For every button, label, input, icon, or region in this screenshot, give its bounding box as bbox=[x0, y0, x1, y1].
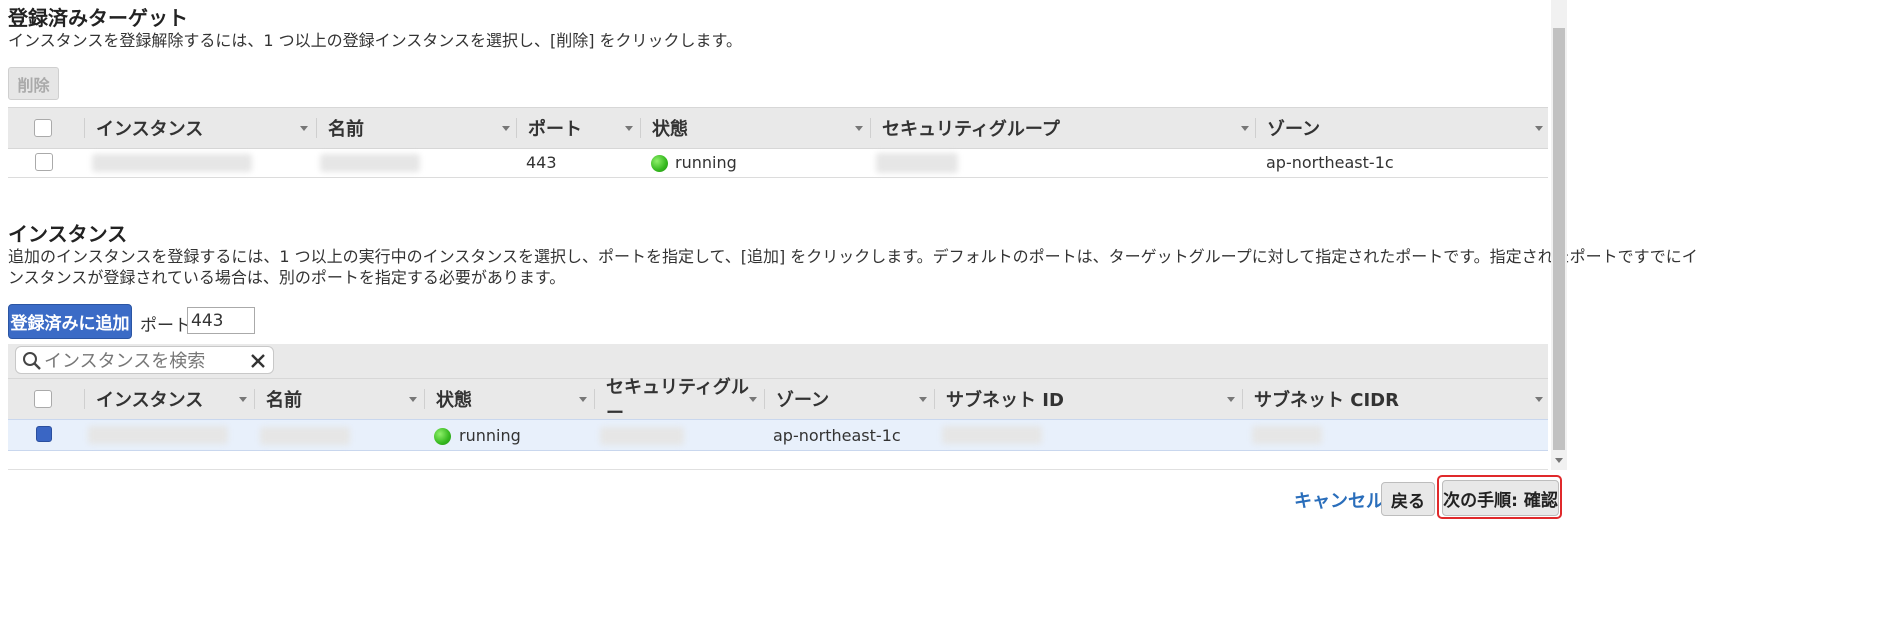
instances-select-all-checkbox[interactable] bbox=[34, 390, 52, 408]
instances-col-zone[interactable]: ゾーン bbox=[764, 379, 934, 419]
instances-col-name[interactable]: 名前 bbox=[254, 379, 424, 419]
redacted-security-group bbox=[876, 153, 958, 173]
back-button[interactable]: 戻る bbox=[1381, 482, 1435, 516]
instances-col-subnet-cidr[interactable]: サブネット CIDR bbox=[1242, 379, 1548, 419]
clear-search-icon[interactable] bbox=[250, 353, 266, 369]
redacted-subnet-id bbox=[942, 426, 1042, 444]
instances-col-instance[interactable]: インスタンス bbox=[84, 379, 254, 419]
sort-caret-icon bbox=[579, 397, 587, 402]
scroll-down-arrow-icon[interactable] bbox=[1555, 458, 1563, 463]
instances-col-security-group[interactable]: セキュリティグルー bbox=[594, 377, 764, 424]
registered-col-name[interactable]: 名前 bbox=[316, 108, 516, 148]
sort-caret-icon bbox=[855, 126, 863, 131]
remove-button[interactable]: 削除 bbox=[8, 67, 59, 100]
next-review-button[interactable]: 次の手順: 確認 bbox=[1442, 480, 1559, 516]
sort-caret-icon bbox=[239, 397, 247, 402]
sort-caret-icon bbox=[1227, 397, 1235, 402]
search-input[interactable] bbox=[42, 349, 246, 373]
running-status-icon bbox=[434, 428, 451, 445]
row-status: running bbox=[459, 426, 521, 445]
search-icon bbox=[23, 352, 41, 370]
sort-caret-icon bbox=[1241, 126, 1249, 131]
registered-col-port[interactable]: ポート bbox=[516, 108, 640, 148]
redacted-security-group bbox=[600, 427, 684, 445]
row-zone: ap-northeast-1c bbox=[1266, 153, 1394, 172]
sort-caret-icon bbox=[749, 397, 757, 402]
registered-table-header: インスタンス 名前 ポート 状態 セキュリティグループ ゾーン bbox=[8, 107, 1548, 149]
sort-caret-icon bbox=[502, 126, 510, 131]
scrollbar-thumb[interactable] bbox=[1553, 28, 1565, 450]
running-status-icon bbox=[651, 155, 668, 172]
registered-targets-description: インスタンスを登録解除するには、1 つ以上の登録インスタンスを選択し、[削除] … bbox=[8, 31, 742, 50]
registered-col-instance[interactable]: インスタンス bbox=[84, 108, 316, 148]
registered-col-status[interactable]: 状態 bbox=[640, 108, 870, 148]
table-row[interactable]: running ap-northeast-1c bbox=[8, 419, 1548, 451]
row-checkbox[interactable] bbox=[35, 153, 53, 171]
divider bbox=[8, 469, 1548, 470]
sort-caret-icon bbox=[300, 126, 308, 131]
sort-caret-icon bbox=[1535, 397, 1543, 402]
sort-caret-icon bbox=[409, 397, 417, 402]
sort-caret-icon bbox=[1535, 126, 1543, 131]
search-box[interactable] bbox=[15, 346, 274, 374]
row-zone: ap-northeast-1c bbox=[773, 426, 901, 445]
registered-select-all-checkbox[interactable] bbox=[34, 119, 52, 137]
registered-col-zone[interactable]: ゾーン bbox=[1255, 108, 1548, 148]
add-to-registered-button[interactable]: 登録済みに追加 bbox=[8, 304, 132, 339]
redacted-instance-id bbox=[88, 426, 228, 444]
instances-table-header: インスタンス 名前 状態 セキュリティグルー ゾーン サブネット ID サブネッ… bbox=[8, 377, 1548, 424]
port-input[interactable] bbox=[187, 307, 255, 334]
redacted-name bbox=[320, 154, 420, 172]
redacted-instance-id bbox=[92, 154, 252, 172]
port-label: ポート bbox=[140, 316, 191, 336]
cancel-link[interactable]: キャンセル bbox=[1294, 487, 1384, 513]
row-port: 443 bbox=[526, 153, 557, 172]
instances-description-line2: ンスタンスが登録されている場合は、別のポートを指定する必要があります。 bbox=[8, 268, 566, 287]
table-row[interactable]: 443 running ap-northeast-1c bbox=[8, 148, 1548, 178]
instances-col-status[interactable]: 状態 bbox=[424, 379, 594, 419]
row-checkbox[interactable] bbox=[36, 426, 52, 442]
row-status: running bbox=[675, 153, 737, 172]
registered-col-security-group[interactable]: セキュリティグループ bbox=[870, 108, 1255, 148]
sort-caret-icon bbox=[625, 126, 633, 131]
vertical-scrollbar[interactable] bbox=[1551, 0, 1567, 470]
redacted-subnet-cidr bbox=[1252, 426, 1322, 444]
sort-caret-icon bbox=[919, 397, 927, 402]
redacted-name bbox=[260, 427, 350, 445]
instances-col-subnet-id[interactable]: サブネット ID bbox=[934, 379, 1242, 419]
